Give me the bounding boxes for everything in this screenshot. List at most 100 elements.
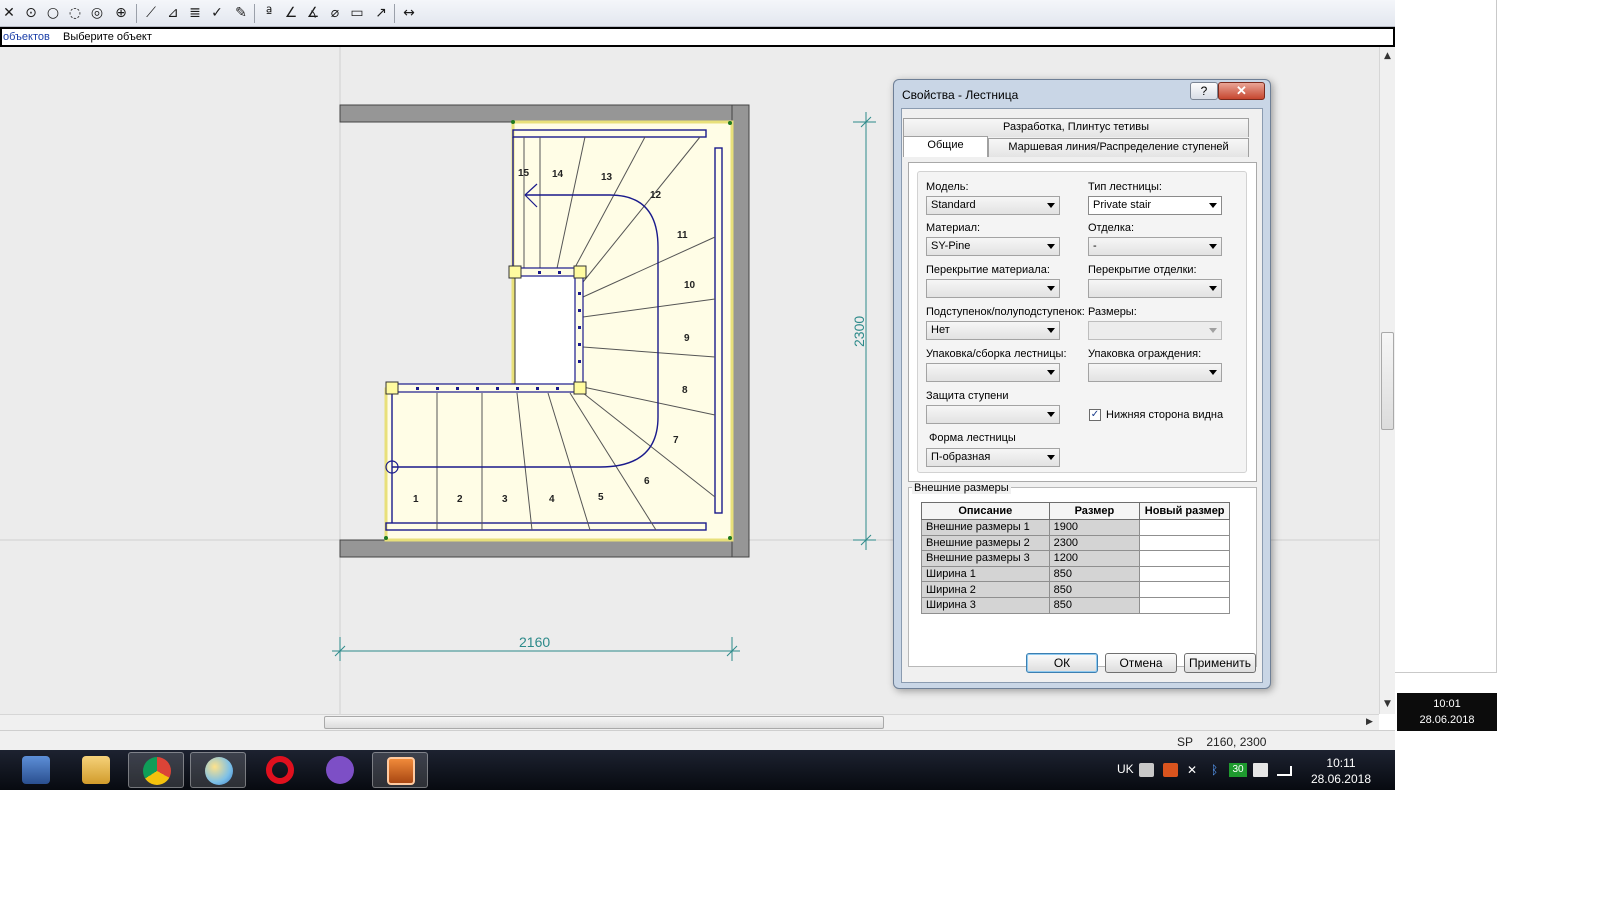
row-new-size-input[interactable] [1139, 596, 1230, 614]
row-new-size-input[interactable] [1139, 565, 1230, 583]
keyboard-icon[interactable] [1139, 763, 1154, 777]
viber-icon [326, 756, 354, 784]
row-size: 1900 [1048, 519, 1141, 536]
table-row: Ширина 2 850 [921, 581, 1230, 598]
step-protection-label: Защита ступени [926, 390, 1009, 402]
line-icon[interactable]: ✕ [0, 4, 18, 22]
layers-icon[interactable]: ≣ [186, 4, 204, 22]
step-number: 12 [650, 190, 662, 201]
taskbar-paint[interactable] [190, 752, 246, 788]
finish-label: Отделка: [1088, 222, 1135, 234]
row-new-size-input[interactable] [1139, 550, 1230, 567]
cancel-button[interactable]: Отмена [1105, 653, 1177, 673]
ok-button[interactable]: ОК [1026, 653, 1098, 673]
circle-3pt-icon[interactable]: ◎ [88, 4, 106, 22]
scroll-down-icon[interactable]: ▼ [1384, 699, 1391, 709]
step-number: 9 [684, 333, 690, 344]
wall-right [731, 104, 750, 558]
row-size: 850 [1048, 596, 1141, 614]
check-icon[interactable]: ✓ [208, 4, 226, 22]
model-value: Standard [931, 199, 976, 211]
tab-development[interactable]: Разработка, Плинтус тетивы [903, 118, 1249, 137]
stair-shape-select[interactable]: П-образная [926, 448, 1060, 467]
circle-icon[interactable]: ○ [44, 4, 62, 22]
secondary-clock: 10:01 28.06.2018 [1397, 693, 1497, 731]
folder-icon [82, 756, 110, 784]
stair-packing-select[interactable] [926, 363, 1060, 382]
step-protection-select[interactable] [926, 405, 1060, 424]
row-new-size-input[interactable] [1139, 534, 1230, 552]
bluetooth-icon[interactable]: ᛒ [1211, 763, 1226, 777]
chevron-down-icon [1209, 370, 1217, 375]
scroll-up-icon[interactable]: ▲ [1384, 51, 1391, 61]
finish-select[interactable]: - [1088, 237, 1222, 256]
align-icon[interactable]: ⊕ [112, 4, 130, 22]
angle-icon[interactable]: ∠ [282, 4, 300, 22]
step-number: 2 [457, 494, 463, 505]
point-icon[interactable]: ⊙ [22, 4, 40, 22]
step-number: 13 [601, 172, 613, 183]
material-value: SY-Pine [931, 240, 971, 252]
chevron-down-icon [1047, 412, 1055, 417]
stair-type-select[interactable]: Private stair [1088, 196, 1222, 215]
apply-button[interactable]: Применить [1184, 653, 1256, 673]
arc-icon[interactable]: ◌ [66, 4, 84, 22]
general-tab-panel: Модель: Standard Тип лестницы: Private s… [908, 162, 1257, 482]
table-row: Внешние размеры 2 2300 [921, 534, 1230, 552]
pen-icon[interactable]: ✎ [232, 4, 250, 22]
row-new-size-input[interactable] [1139, 519, 1230, 536]
signal-icon[interactable] [1277, 766, 1292, 776]
chevron-down-icon [1047, 286, 1055, 291]
measure-icon[interactable]: ↔ [400, 4, 418, 22]
command-line[interactable]: объектов Выберите объект [0, 27, 1395, 47]
row-description: Ширина 2 [921, 581, 1050, 598]
toolbar-separator [394, 4, 395, 23]
tab-walking-line[interactable]: Маршевая линия/Распределение ступеней [988, 138, 1249, 157]
chevron-down-icon [1209, 203, 1217, 208]
rail-packing-select[interactable] [1088, 363, 1222, 382]
angle2-icon[interactable]: ∡ [304, 4, 322, 22]
taskbar-stair-designer[interactable] [372, 752, 428, 788]
taskbar-media-player[interactable] [8, 752, 64, 788]
riser-select[interactable]: Нет [926, 321, 1060, 340]
newel-post [573, 265, 587, 279]
horizontal-scrollbar[interactable]: ▶ [0, 714, 1379, 730]
horizontal-scroll-thumb[interactable] [324, 716, 884, 729]
material-overlay-select[interactable] [926, 279, 1060, 298]
material-select[interactable]: SY-Pine [926, 237, 1060, 256]
diameter-icon[interactable]: ⌀ [326, 4, 344, 22]
system-clock[interactable]: 10:11 28.06.2018 [1311, 755, 1371, 787]
draw-icon[interactable]: ⟋ [142, 4, 160, 22]
edit-icon[interactable]: ⊿ [164, 4, 182, 22]
vertical-scroll-thumb[interactable] [1381, 332, 1394, 430]
table-row: Ширина 1 850 [921, 565, 1230, 583]
vertical-scrollbar[interactable]: ▲ ▼ [1379, 47, 1395, 714]
step-number: 15 [518, 168, 530, 179]
taskbar-chrome[interactable] [128, 752, 184, 788]
language-indicator[interactable]: UK [1117, 762, 1134, 776]
rect-icon[interactable]: ▭ [348, 4, 366, 22]
system-tray: UK ✕ ᛒ 30 10:11 28.06.2018 [1105, 750, 1395, 790]
row-new-size-input[interactable] [1139, 581, 1230, 598]
chevron-down-icon [1047, 370, 1055, 375]
text-icon[interactable]: ª [260, 4, 278, 22]
newel-post [385, 381, 399, 395]
model-select[interactable]: Standard [926, 196, 1060, 215]
help-button[interactable]: ? [1190, 82, 1218, 100]
scroll-right-icon[interactable]: ▶ [1366, 717, 1373, 727]
volume-muted-icon[interactable]: ✕ [1187, 763, 1202, 777]
finish-overlay-select[interactable] [1088, 279, 1222, 298]
underside-visible-checkbox[interactable]: ✓ [1089, 409, 1101, 421]
dimension-icon[interactable]: ↗ [372, 4, 390, 22]
close-button[interactable]: ✕ [1218, 82, 1265, 100]
stair-shape-label: Форма лестницы [929, 432, 1016, 444]
battery-icon[interactable] [1253, 763, 1268, 777]
taskbar-file-explorer[interactable] [68, 752, 124, 788]
taskbar-viber[interactable] [312, 752, 368, 788]
table-row: Ширина 3 850 [921, 596, 1230, 614]
row-description: Внешние размеры 3 [921, 550, 1050, 567]
taskbar-opera[interactable] [252, 752, 308, 788]
tray-badge[interactable]: 30 [1229, 763, 1247, 777]
app-tray-icon[interactable] [1163, 763, 1178, 777]
tab-general[interactable]: Общие [903, 136, 988, 157]
